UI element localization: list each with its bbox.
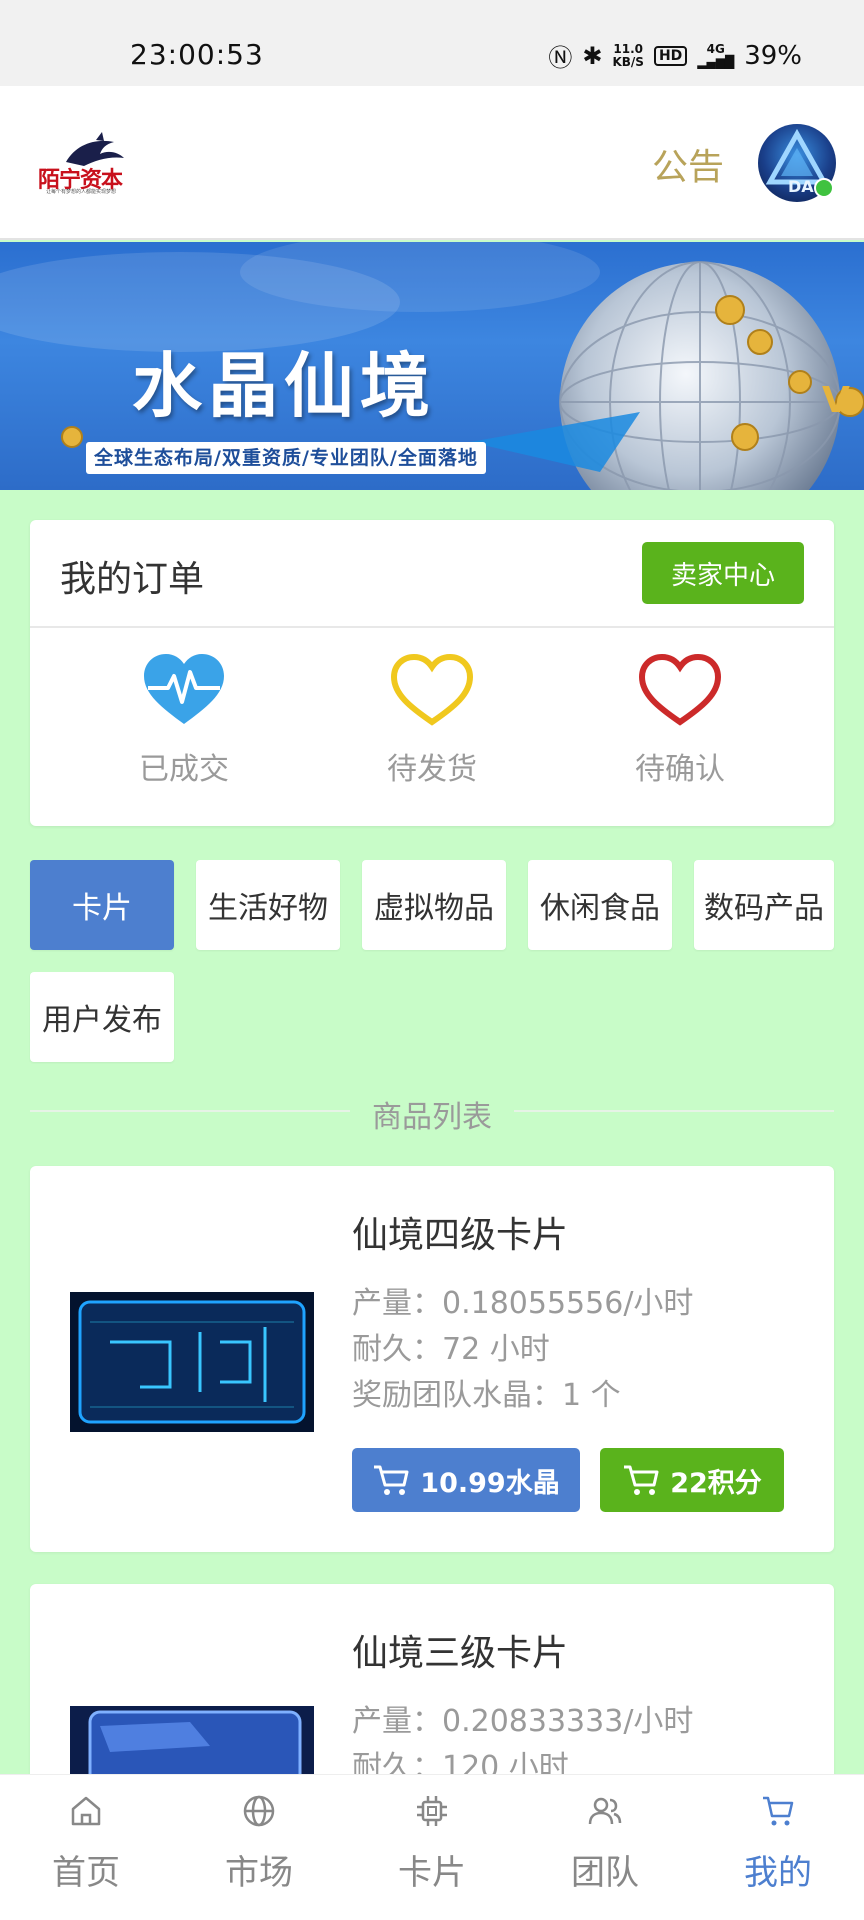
tab-label: 我的 [744,1853,812,1893]
brand-logo: 陌宁资本 让每个有梦想的人都能实现梦想 [36,132,136,195]
orders-title: 我的订单 [60,559,205,600]
svg-text:V: V [822,380,850,421]
category-tab-user-posts[interactable]: 用户发布 [30,972,174,1062]
chip-icon [417,1796,447,1826]
status-icons: Ⓝ ✱ 11.0 KB/S HD 4G ▂▄▆█ 39% [548,38,802,73]
product-image [70,1292,314,1432]
tab-cards[interactable]: 卡片 [372,1793,492,1894]
order-status-to-ship[interactable]: 待发货 [352,652,512,788]
category-tab-virtual[interactable]: 虚拟物品 [362,860,506,950]
product-durability: 耐久：72 小时 [352,1332,550,1367]
points-price: 22积分 [670,1467,762,1499]
order-status-to-confirm[interactable]: 待确认 [600,652,760,788]
promo-banner[interactable]: V 水晶仙境 全球生态布局/双重资质/专业团队/全面落地 [0,242,864,490]
net-speed-value: 11.0 [613,41,643,56]
hd-icon: HD [653,45,688,66]
product-list-heading: 商品列表 [30,1090,834,1135]
net-speed: 11.0 KB/S [612,41,644,69]
tab-mine[interactable]: 我的 [718,1793,838,1894]
cart-icon [763,1796,794,1826]
category-tab-cards[interactable]: 卡片 [30,860,174,950]
order-status-completed[interactable]: 已成交 [104,652,264,788]
cart-icon [624,1465,659,1495]
app-header: 陌宁资本 让每个有梦想的人都能实现梦想 公告 DA [0,86,864,240]
tab-home[interactable]: 首页 [26,1793,146,1894]
logo-subtext: 让每个有梦想的人都能实现梦想 [46,189,117,195]
tab-label: 市场 [225,1853,293,1893]
heart-outline-red-icon [638,653,722,726]
order-status-label: 已成交 [139,752,229,787]
product-card[interactable]: 仙境四级卡片 产量：0.18055556/小时 耐久：72 小时 奖励团队水晶：… [30,1166,834,1552]
signal-label: 4G [706,41,725,56]
tab-market[interactable]: 市场 [199,1793,319,1894]
battery-level: 39% [744,40,802,71]
product-card-image [70,1292,314,1432]
notice-link[interactable]: 公告 [652,138,724,190]
product-yield: 产量：0.18055556/小时 [352,1286,694,1321]
nfc-icon: Ⓝ [548,44,573,72]
net-speed-unit: KB/S [612,54,644,69]
bluetooth-icon: ✱ [582,41,603,70]
tab-label: 卡片 [398,1853,466,1893]
product-reward: 奖励团队水晶：1 个 [352,1378,621,1413]
tab-label: 首页 [52,1853,120,1893]
heart-outline-yellow-icon [390,653,474,726]
signal-icon: 4G ▂▄▆█ [697,41,735,69]
order-status-label: 待发货 [387,752,477,787]
product-name: 仙境三级卡片 [352,1633,569,1674]
status-bar: 23:00:53 Ⓝ ✱ 11.0 KB/S HD 4G ▂▄▆█ 39% [0,0,864,86]
cart-icon [374,1465,409,1495]
banner-title: 水晶仙境 [132,345,436,427]
bottom-tab-bar: 首页 市场 卡片 团队 我的 [0,1774,864,1920]
seller-center-button[interactable]: 卖家中心 [642,542,804,604]
status-time: 23:00:53 [130,38,264,71]
avatar-text: DA [788,177,814,196]
buy-with-points-button[interactable]: 22积分 [600,1448,784,1512]
category-tab-lifestyle[interactable]: 生活好物 [196,860,340,950]
online-status-dot [814,178,834,198]
product-name: 仙境四级卡片 [352,1215,569,1256]
tab-label: 团队 [571,1853,639,1893]
crystal-price: 10.99水晶 [420,1467,560,1499]
my-orders-card: 我的订单 卖家中心 已成交 待发货 待确认 [30,520,834,826]
buy-with-crystal-button[interactable]: 10.99水晶 [352,1448,580,1512]
product-list-title: 商品列表 [372,1100,492,1135]
category-tab-snacks[interactable]: 休闲食品 [528,860,672,950]
globe-icon [243,1795,275,1827]
banner-subtitle: 全球生态布局/双重资质/专业团队/全面落地 [86,442,486,474]
tab-team[interactable]: 团队 [545,1793,665,1894]
home-icon [71,1796,101,1826]
heartbeat-icon [144,654,224,724]
product-yield: 产量：0.20833333/小时 [352,1704,694,1739]
category-tab-digital[interactable]: 数码产品 [694,860,834,950]
order-status-label: 待确认 [635,752,725,787]
users-icon [588,1797,622,1825]
divider [30,626,834,628]
